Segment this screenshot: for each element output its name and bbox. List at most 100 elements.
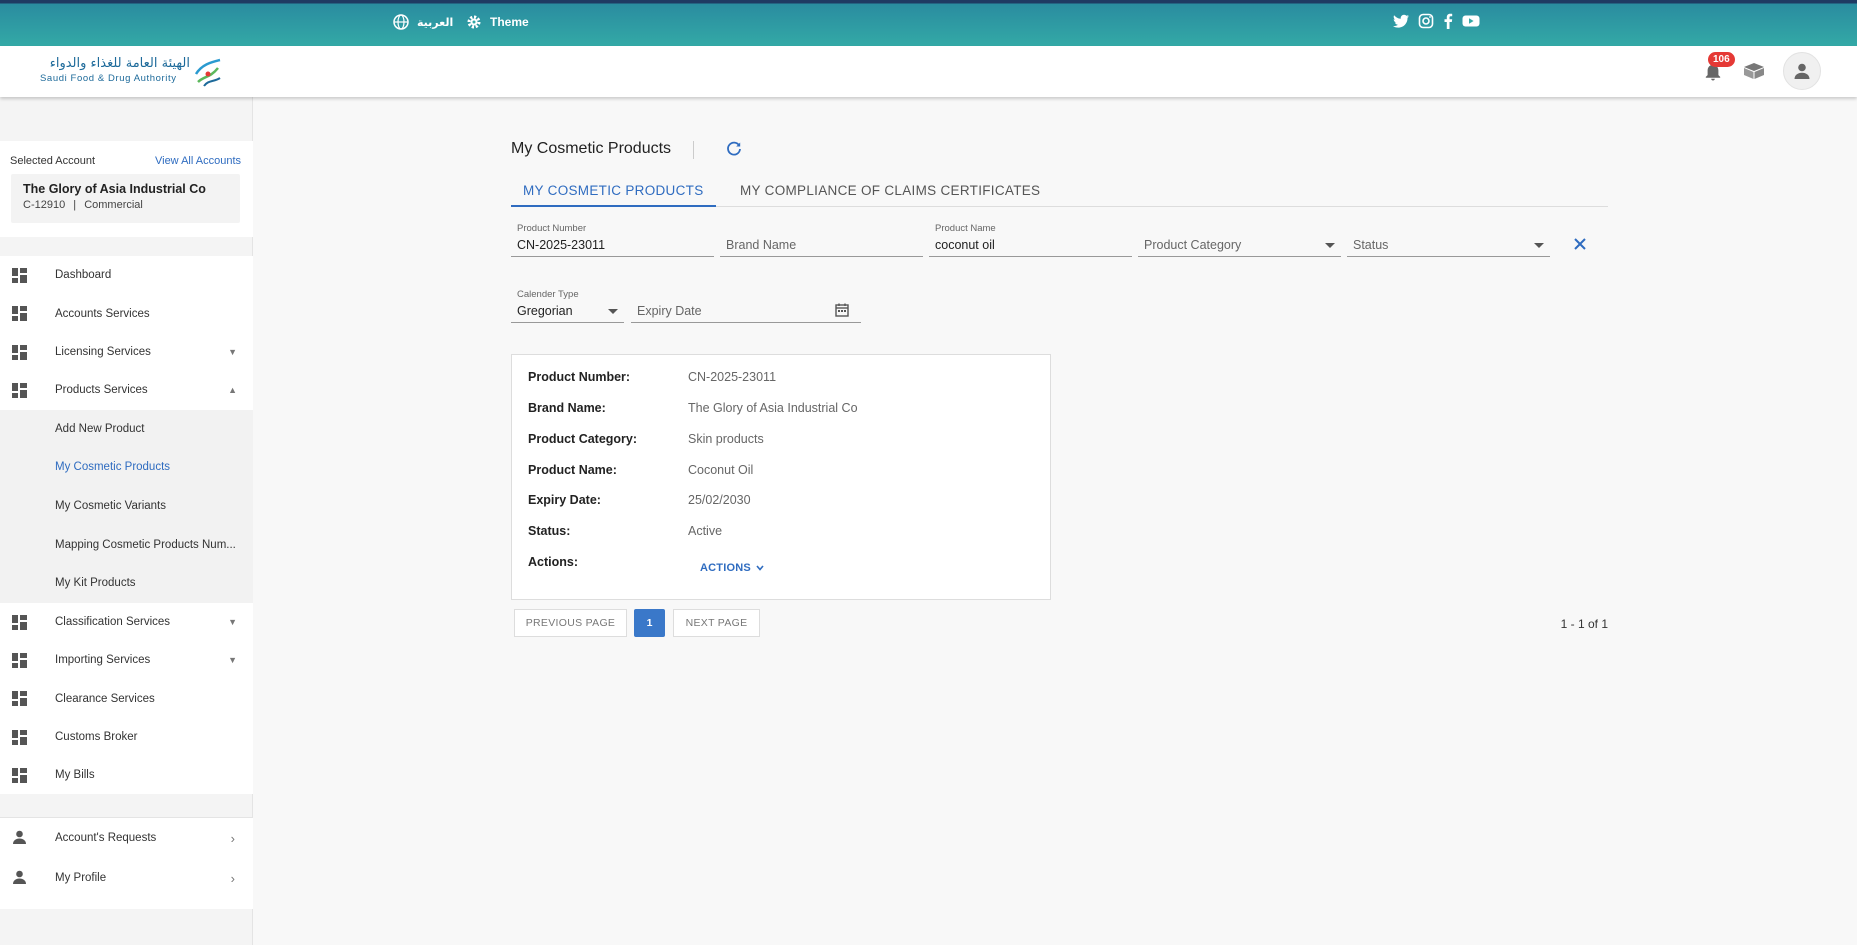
notification-count-badge: 106 [1708, 52, 1735, 67]
sidebar-item-label: Accounts Services [55, 307, 150, 320]
person-icon [1794, 63, 1810, 79]
sidebar-item-label: Clearance Services [55, 692, 155, 705]
chevron-down-icon: ▼ [228, 616, 237, 627]
product-number-input[interactable] [517, 238, 708, 252]
sidebar-item-my-profile[interactable]: My Profile › [0, 858, 253, 898]
language-toggle[interactable]: العربية [393, 14, 453, 30]
status-select[interactable] [1347, 223, 1550, 257]
language-label: العربية [417, 15, 454, 29]
sidebar-item-accounts-requests[interactable]: Account's Requests › [0, 818, 253, 858]
chevron-down-icon: ▼ [228, 655, 237, 666]
dashboard-icon [12, 691, 27, 707]
calendar-icon[interactable] [835, 303, 849, 317]
chevron-down-icon [756, 565, 764, 571]
status-input[interactable] [1353, 238, 1544, 252]
row-key: Product Name: [528, 463, 617, 477]
chevron-up-icon: ▲ [228, 385, 237, 396]
row-value: Active [688, 524, 723, 538]
sidebar-subitem-my-kit-products[interactable]: My Kit Products [0, 564, 253, 603]
dashboard-icon [12, 383, 27, 399]
sfda-logo[interactable]: الهيئة العامة للغذاء والدواء Saudi Food … [40, 56, 225, 88]
dashboard-icon [12, 344, 27, 360]
sidebar-subitem-mapping-cosmetic-products[interactable]: Mapping Cosmetic Products Num... [0, 525, 253, 564]
product-number-field: Product Number [511, 223, 714, 257]
title-divider [693, 141, 694, 159]
calender-type-input[interactable] [517, 304, 618, 318]
chevron-right-icon: › [230, 830, 235, 846]
facebook-icon[interactable] [1442, 13, 1454, 34]
gear-icon [467, 15, 481, 29]
sidebar-item-my-bills[interactable]: My Bills [0, 756, 253, 794]
account-name: The Glory of Asia Industrial Co [23, 182, 206, 196]
top-bar: العربية Theme [0, 0, 1857, 46]
selected-account-label: Selected Account [10, 155, 96, 167]
dashboard-icon [12, 614, 27, 630]
row-key: Status: [528, 524, 571, 538]
sidebar-item-dashboard[interactable]: Dashboard [0, 256, 253, 294]
calender-type-select[interactable]: Calender Type [511, 289, 624, 323]
product-name-input[interactable] [935, 238, 1126, 252]
sidebar-subitem-label: Add New Product [55, 422, 145, 435]
dashboard-icon [12, 768, 27, 784]
tab-bar: MY COSMETIC PRODUCTS MY COMPLIANCE OF CL… [511, 183, 1608, 207]
sidebar-subitem-add-new-product[interactable]: Add New Product [0, 410, 253, 449]
clear-filters-icon[interactable] [1573, 237, 1587, 251]
sidebar-subitem-my-cosmetic-products[interactable]: My Cosmetic Products [0, 448, 253, 487]
brand-name-input[interactable] [726, 238, 917, 252]
person-icon [13, 870, 26, 884]
sidebar-bottom-menu: Account's Requests › My Profile › [0, 817, 253, 909]
instagram-icon[interactable] [1418, 13, 1434, 34]
row-value: CN-2025-23011 [688, 370, 777, 384]
product-name-label: Product Name [935, 223, 996, 234]
brand-name-field [720, 223, 923, 257]
selected-account-card[interactable]: The Glory of Asia Industrial Co C-12910 … [11, 174, 240, 223]
product-name-field: Product Name [929, 223, 1132, 257]
row-key: Brand Name: [528, 401, 606, 415]
logo-english-text: Saudi Food & Drug Authority [40, 73, 177, 84]
product-card: Product Number: CN-2025-23011 Brand Name… [511, 354, 1051, 600]
app-header: الهيئة العامة للغذاء والدواء Saudi Food … [0, 46, 1857, 97]
dashboard-icon [12, 268, 27, 283]
sidebar-subitem-label: Mapping Cosmetic Products Num... [55, 538, 236, 551]
dropdown-arrow-icon [1534, 243, 1544, 248]
sidebar-item-products-services[interactable]: Products Services ▲ [0, 371, 253, 409]
dropdown-arrow-icon [608, 309, 618, 314]
refresh-icon[interactable] [726, 141, 742, 157]
logo-mark-icon [194, 58, 221, 87]
account-type: Commercial [84, 199, 143, 211]
next-page-button[interactable]: NEXT PAGE [673, 609, 760, 637]
view-all-accounts-link[interactable]: View All Accounts [155, 155, 241, 167]
account-panel: Selected Account View All Accounts The G… [0, 141, 253, 237]
expiry-date-input[interactable] [637, 304, 855, 318]
social-links [1393, 13, 1480, 34]
account-id: C-12910 [23, 199, 66, 211]
user-avatar-button[interactable] [1783, 52, 1821, 90]
row-key: Product Number: [528, 370, 631, 384]
sidebar-item-classification-services[interactable]: Classification Services ▼ [0, 603, 253, 641]
sidebar-item-accounts-services[interactable]: Accounts Services [0, 294, 253, 332]
sidebar-item-importing-services[interactable]: Importing Services ▼ [0, 641, 253, 679]
sidebar-item-customs-broker[interactable]: Customs Broker [0, 718, 253, 756]
calender-type-label: Calender Type [517, 289, 579, 300]
sidebar-item-licensing-services[interactable]: Licensing Services ▼ [0, 333, 253, 371]
twitter-icon[interactable] [1393, 13, 1410, 34]
row-key: Product Category: [528, 432, 638, 446]
dashboard-icon [12, 306, 27, 322]
row-value: 25/02/2030 [688, 493, 751, 507]
page-number-button[interactable]: 1 [634, 609, 665, 637]
row-value: Coconut Oil [688, 463, 754, 477]
package-icon[interactable] [1743, 62, 1765, 80]
tab-compliance-certificates[interactable]: MY COMPLIANCE OF CLAIMS CERTIFICATES [728, 183, 1052, 207]
actions-menu-button[interactable]: ACTIONS [700, 562, 764, 574]
tab-my-cosmetic-products[interactable]: MY COSMETIC PRODUCTS [511, 183, 716, 207]
row-value: Skin products [688, 432, 764, 446]
sidebar-item-clearance-services[interactable]: Clearance Services [0, 679, 253, 717]
youtube-icon[interactable] [1462, 13, 1480, 34]
theme-toggle[interactable]: Theme [466, 14, 529, 30]
chevron-right-icon: › [230, 870, 235, 886]
product-category-input[interactable] [1144, 238, 1335, 252]
sidebar-subitem-label: My Cosmetic Variants [55, 500, 166, 513]
previous-page-button[interactable]: PREVIOUS PAGE [514, 609, 627, 637]
sidebar-subitem-my-cosmetic-variants[interactable]: My Cosmetic Variants [0, 487, 253, 526]
product-category-select[interactable] [1138, 223, 1341, 257]
